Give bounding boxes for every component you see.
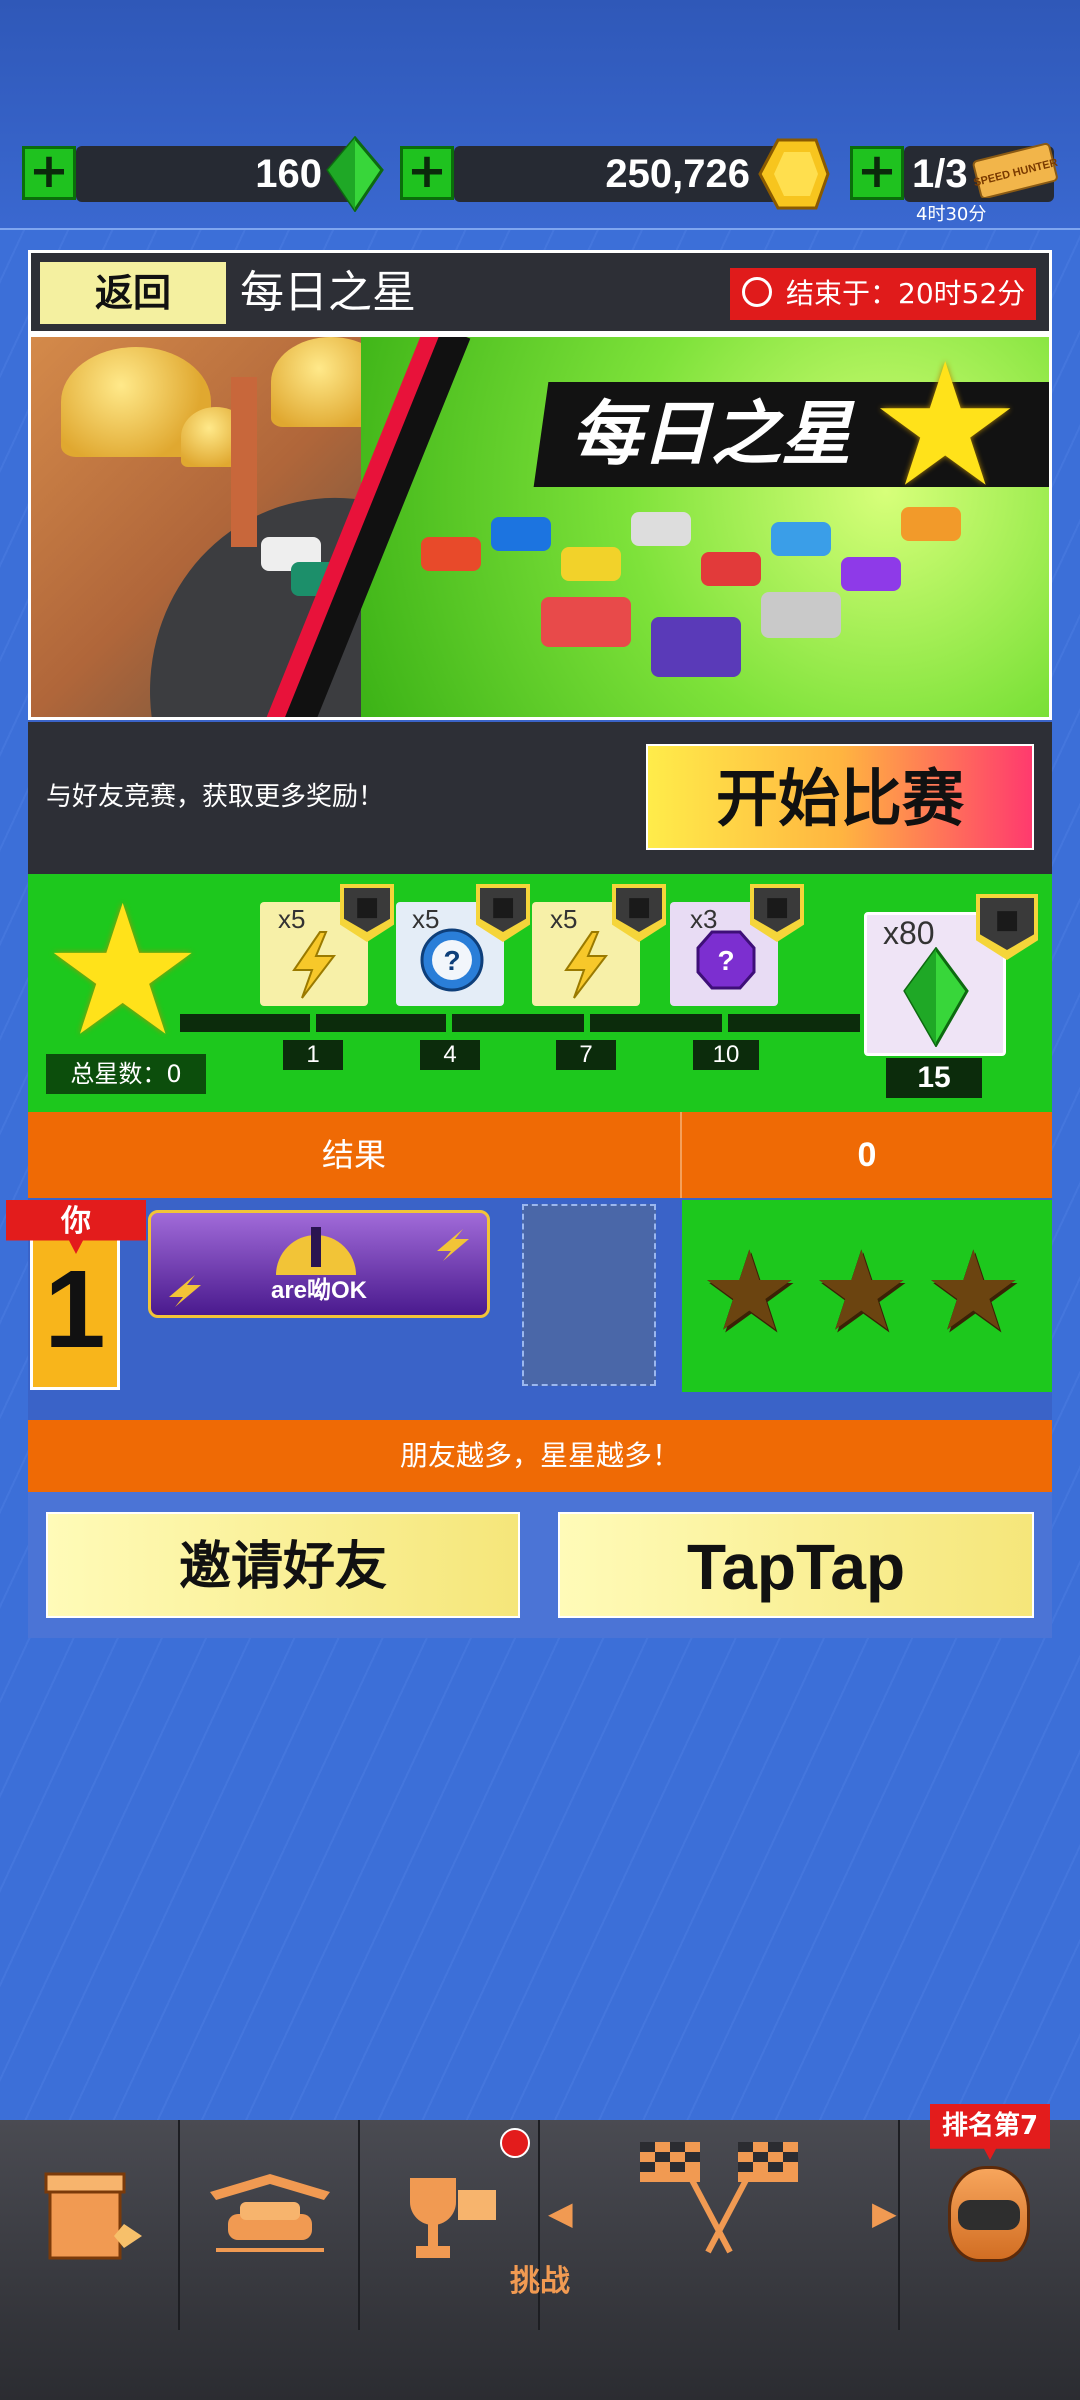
empty-friend-slot bbox=[522, 1204, 656, 1386]
car bbox=[541, 597, 631, 647]
lightning-icon bbox=[292, 931, 337, 999]
nav-right-arrow-icon[interactable]: ▶ bbox=[872, 2194, 897, 2232]
nav-left-arrow-icon[interactable]: ◀ bbox=[548, 2194, 573, 2232]
results-label: 结果 bbox=[321, 1136, 386, 1174]
car bbox=[771, 522, 831, 556]
reward-threshold: 10 bbox=[693, 1040, 759, 1070]
star-icon: ★ bbox=[42, 867, 204, 1076]
nav-challenge-label: 挑战 bbox=[510, 2264, 570, 2299]
gem-icon bbox=[903, 947, 969, 1047]
mystery-coin-icon: ? bbox=[420, 928, 484, 992]
lightning-icon bbox=[564, 931, 609, 999]
gems-value: 160 bbox=[255, 152, 322, 196]
nav-garage[interactable] bbox=[180, 2120, 358, 2330]
rank-number: 1 bbox=[44, 1248, 106, 1371]
star-icon: ★ bbox=[869, 334, 1022, 525]
gem-icon bbox=[326, 136, 384, 212]
garage-icon bbox=[210, 2174, 330, 2252]
total-stars: 总星数：0 bbox=[46, 1054, 206, 1094]
add-coins-button[interactable]: + bbox=[400, 146, 454, 200]
promo-text: 与好友竞赛，获取更多奖励！ bbox=[46, 782, 385, 812]
event-banner: 每日之星 ★ bbox=[28, 334, 1052, 720]
reward-threshold: 1 bbox=[283, 1040, 343, 1070]
invite-friends-button[interactable]: 邀请好友 bbox=[46, 1512, 520, 1618]
speed-hunter-ticket-icon: SPEED HUNTER bbox=[972, 142, 1058, 198]
minaret-tower bbox=[231, 377, 257, 547]
page-title: 每日之星 bbox=[240, 267, 416, 318]
empty-star-icon: ★ bbox=[924, 1227, 1023, 1355]
svg-text:?: ? bbox=[443, 945, 460, 976]
svg-text:?: ? bbox=[717, 945, 734, 976]
reward-threshold: 4 bbox=[420, 1040, 480, 1070]
car bbox=[561, 547, 621, 581]
reward-threshold: 15 bbox=[886, 1058, 982, 1098]
coins-value: 250,726 bbox=[605, 152, 750, 196]
sunburst-emblem-icon bbox=[276, 1227, 356, 1275]
nav-shop[interactable] bbox=[0, 2120, 178, 2330]
checkered-flags-icon bbox=[640, 2142, 798, 2254]
back-button[interactable]: 返回 bbox=[40, 262, 226, 324]
reward-threshold: 7 bbox=[556, 1040, 616, 1070]
empty-star-icon: ★ bbox=[812, 1227, 911, 1355]
car bbox=[491, 517, 551, 551]
helmet-visor bbox=[958, 2200, 1020, 2230]
progress-track bbox=[180, 1014, 860, 1032]
clock-icon bbox=[742, 277, 772, 307]
coin-icon bbox=[758, 138, 830, 210]
event-timer: 结束于：20时52分 bbox=[730, 268, 1036, 320]
taptap-button[interactable]: TapTap bbox=[558, 1512, 1034, 1618]
car bbox=[631, 512, 691, 546]
results-score: 0 bbox=[857, 1136, 877, 1174]
add-tickets-button[interactable]: + bbox=[850, 146, 904, 200]
event-timer-text: 结束于：20时52分 bbox=[786, 277, 1026, 310]
start-race-button[interactable]: 开始比赛 bbox=[646, 744, 1034, 850]
player-nameplate[interactable]: are呦OK bbox=[148, 1210, 490, 1318]
car bbox=[701, 552, 761, 586]
notification-dot bbox=[500, 2128, 530, 2158]
car bbox=[841, 557, 901, 591]
ticket-timer: 4时30分 bbox=[916, 204, 987, 225]
add-gems-button[interactable]: + bbox=[22, 146, 76, 200]
car bbox=[651, 617, 741, 677]
lightning-icon bbox=[437, 1229, 469, 1261]
trophy-icon bbox=[410, 2178, 496, 2258]
car bbox=[761, 592, 841, 638]
shop-icon bbox=[44, 2172, 142, 2260]
player-name: are呦OK bbox=[270, 1277, 368, 1304]
more-friends-banner: 朋友越多，星星越多！ bbox=[28, 1420, 1052, 1492]
car bbox=[421, 537, 481, 571]
empty-star-icon: ★ bbox=[700, 1227, 799, 1355]
mystery-gem-icon: ? bbox=[696, 930, 756, 990]
